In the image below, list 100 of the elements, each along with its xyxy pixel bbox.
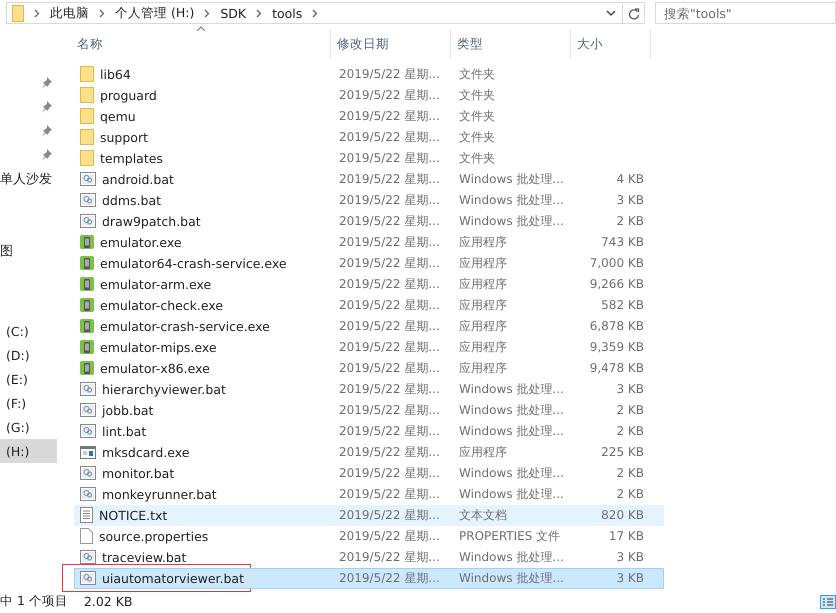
file-row[interactable]: emulator.exe 2019/5/22 星期... 应用程序 743 KB <box>74 232 664 252</box>
size-cell-text: 582 KB <box>600 298 645 312</box>
file-row[interactable]: lint.bat 2019/5/22 星期... Windows 批处理... 2 KB <box>74 420 664 442</box>
file-row[interactable]: source.properties 2019/5/22 星期... PROPERTIES 文件 17 KB <box>74 526 664 546</box>
file-row[interactable]: mksdcard.exe 2019/5/22 星期... 应用程序 225 KB <box>74 442 664 462</box>
type-cell-text: 应用程序 <box>458 444 508 460</box>
type-cell-text: 文件夹 <box>458 128 496 146</box>
pin-icon <box>42 77 52 89</box>
nav-item[interactable]: 单人沙发 <box>0 170 52 188</box>
gears-icon <box>80 214 96 228</box>
breadcrumb[interactable]: SDK <box>220 6 246 20</box>
file-row[interactable]: draw9patch.bat 2019/5/22 星期... Windows 批处理... 2 KB <box>74 210 664 232</box>
pin-icon <box>42 149 52 161</box>
file-row[interactable]: traceview.bat 2019/5/22 星期... Windows 批处理... 3 KB <box>74 546 664 568</box>
dropdown-icon[interactable] <box>606 10 616 16</box>
breadcrumb[interactable]: 此电脑 <box>50 4 89 22</box>
type-cell-text: 文件夹 <box>458 150 496 166</box>
refresh-button[interactable] <box>623 2 645 24</box>
gears-icon <box>80 466 96 480</box>
date-cell-text: 2019/5/22 星期... <box>338 338 441 356</box>
type-cell-text: 应用程序 <box>458 254 508 272</box>
phone-icon <box>80 256 94 270</box>
file-name: emulator-x86.exe <box>100 360 210 376</box>
file-row[interactable]: emulator-check.exe 2019/5/22 星期... 应用程序 582 KB <box>74 294 664 316</box>
file-row[interactable]: monitor.bat 2019/5/22 星期... Windows 批处理... 2 KB <box>74 462 664 484</box>
file-row[interactable]: NOTICE.txt 2019/5/22 星期... 文本文档 820 KB <box>74 504 664 526</box>
date-cell-text: 2019/5/22 星期... <box>338 108 441 124</box>
type-cell-text: Windows 批处理... <box>458 570 565 586</box>
file-name: monitor.bat <box>102 466 174 480</box>
drive-item[interactable]: (E:) <box>0 367 57 391</box>
folder-icon <box>80 108 94 124</box>
file-row[interactable]: templates 2019/5/22 星期... 文件夹 <box>74 148 664 168</box>
file-name: NOTICE.txt <box>99 508 168 522</box>
gears-icon <box>80 382 96 396</box>
chevron-icon <box>312 8 318 18</box>
file-row[interactable]: emulator-x86.exe 2019/5/22 星期... 应用程序 9,478 KB <box>74 358 664 378</box>
file-name: templates <box>100 150 163 166</box>
chevron-icon <box>204 8 210 18</box>
file-row[interactable]: emulator64-crash-service.exe 2019/5/22 星期... 应用程序 7,000 KB <box>74 252 664 274</box>
file-row[interactable]: emulator-mips.exe 2019/5/22 星期... 应用程序 9,359 KB <box>74 336 664 358</box>
file-row[interactable]: jobb.bat 2019/5/22 星期... Windows 批处理... 2 KB <box>74 400 664 420</box>
column-header[interactable]: 大小 <box>571 30 651 58</box>
date-cell-text: 2019/5/22 星期... <box>338 170 441 188</box>
file-row[interactable]: emulator-crash-service.exe 2019/5/22 星期... 应用程序 6,878 KB <box>74 316 664 336</box>
type-cell-text: 文本文档 <box>458 506 508 524</box>
drive-item[interactable]: (H:) <box>0 439 57 463</box>
date-cell-text: 2019/5/22 星期... <box>338 296 441 314</box>
size-cell-text: 6,878 KB <box>588 319 645 333</box>
file-name: android.bat <box>102 172 174 186</box>
file-row[interactable]: emulator-arm.exe 2019/5/22 星期... 应用程序 9,266 KB <box>74 274 664 294</box>
file-row[interactable]: support 2019/5/22 星期... 文件夹 <box>74 126 664 148</box>
file-row[interactable]: ddms.bat 2019/5/22 星期... Windows 批处理... 3 KB <box>74 190 664 210</box>
size-cell-text: 2 KB <box>615 424 645 438</box>
size-cell-text: 9,266 KB <box>588 277 645 291</box>
type-cell-text: 应用程序 <box>458 234 508 250</box>
date-cell-text: 2019/5/22 星期... <box>338 506 441 524</box>
phone-icon <box>80 340 94 354</box>
date-cell-text: 2019/5/22 星期... <box>338 86 441 104</box>
column-header[interactable]: 类型 <box>451 30 571 58</box>
file-row[interactable]: android.bat 2019/5/22 星期... Windows 批处理... 4 KB <box>74 168 664 190</box>
drive-item[interactable]: (G:) <box>0 415 57 439</box>
gears-icon <box>80 172 96 186</box>
file-row[interactable]: monkeyrunner.bat 2019/5/22 星期... Windows 批处理... 2 KB <box>74 484 664 504</box>
nav-item[interactable]: 图 <box>0 242 13 260</box>
size-cell-text: 9,478 KB <box>588 361 645 375</box>
size-cell-text: 9,359 KB <box>588 340 645 354</box>
folder-icon <box>80 87 94 103</box>
file-row[interactable]: proguard 2019/5/22 星期... 文件夹 <box>74 84 664 106</box>
drive-item[interactable]: (D:) <box>0 343 57 367</box>
size-cell-text: 2 KB <box>615 403 645 417</box>
type-cell-text: PROPERTIES 文件 <box>458 528 562 544</box>
file-name: support <box>100 130 148 144</box>
gears-icon <box>80 571 96 585</box>
file-name: lib64 <box>100 66 131 82</box>
size-cell-text: 2 KB <box>615 487 645 501</box>
date-cell-text: 2019/5/22 星期... <box>338 464 441 482</box>
date-cell-text: 2019/5/22 星期... <box>338 234 441 250</box>
type-cell-text: Windows 批处理... <box>458 212 565 230</box>
file-name: draw9patch.bat <box>102 214 201 228</box>
address-bar[interactable]: 此电脑 个人管理 (H:) SDK tools <box>6 2 623 24</box>
breadcrumb[interactable]: tools <box>272 6 302 20</box>
file-row[interactable]: lib64 2019/5/22 星期... 文件夹 <box>74 64 664 84</box>
details-view-icon[interactable] <box>820 595 836 609</box>
file-row[interactable]: uiautomatorviewer.bat 2019/5/22 星期... Windows 批处理... 3 KB <box>74 568 664 588</box>
search-field[interactable]: 搜索"tools" <box>655 2 836 24</box>
file-name: emulator.exe <box>100 234 182 250</box>
drive-item[interactable]: (C:) <box>0 319 57 343</box>
folder-icon <box>80 129 94 145</box>
file-row[interactable]: qemu 2019/5/22 星期... 文件夹 <box>74 106 664 126</box>
date-cell-text: 2019/5/22 星期... <box>338 254 441 272</box>
pin-icon <box>42 125 52 137</box>
column-header[interactable]: 修改日期 <box>331 30 451 58</box>
size-cell-text: 7,000 KB <box>588 256 645 270</box>
column-header[interactable]: 名称 <box>74 30 331 58</box>
size-cell-text: 225 KB <box>600 445 645 459</box>
date-cell-text: 2019/5/22 星期... <box>338 444 441 460</box>
drive-item[interactable]: (F:) <box>0 391 57 415</box>
date-cell-text: 2019/5/22 星期... <box>338 128 441 146</box>
breadcrumb[interactable]: 个人管理 (H:) <box>115 4 194 22</box>
file-row[interactable]: hierarchyviewer.bat 2019/5/22 星期... Windows 批处理... 3 KB <box>74 378 664 400</box>
